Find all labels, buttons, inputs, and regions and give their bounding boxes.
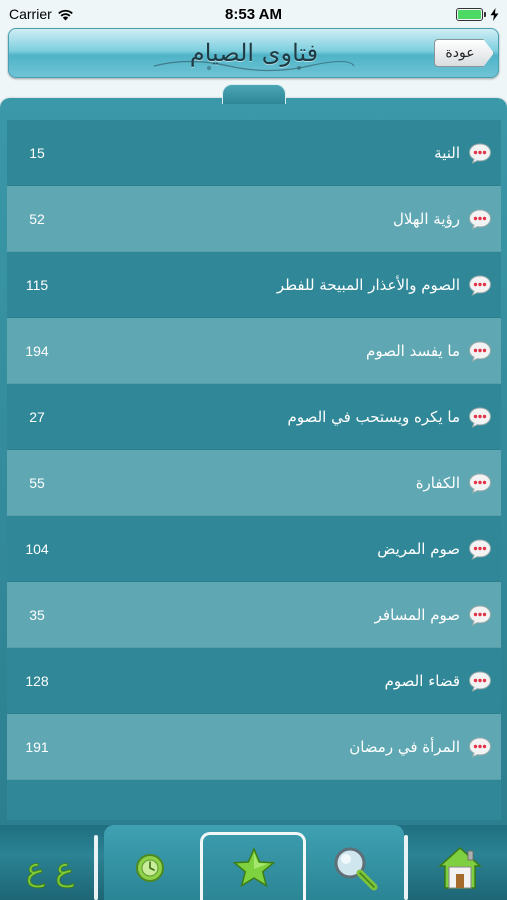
status-left: Carrier xyxy=(9,6,74,22)
tab-separator xyxy=(404,835,408,900)
list-item[interactable]: رؤية الهلال 52 xyxy=(7,186,501,252)
list-item-count: 128 xyxy=(25,672,49,689)
list-item[interactable]: الصوم والأعذار المبيحة للفطر 115 xyxy=(7,252,501,318)
chat-bubble-icon xyxy=(468,472,492,494)
list-item[interactable]: الكفارة 55 xyxy=(7,450,501,516)
status-bar: Carrier 8:53 AM xyxy=(0,0,507,28)
list-item-label: النية xyxy=(434,143,460,162)
list-item[interactable]: النية 15 xyxy=(7,120,501,186)
chat-bubble-icon xyxy=(468,274,492,296)
list-item-label: صوم المسافر xyxy=(374,605,460,624)
tab-arabic-letters[interactable]: ع ع xyxy=(10,835,90,900)
fatwa-list[interactable]: النية 15 رؤية الهلال 52 الصوم والأعذار المبي… xyxy=(7,120,501,820)
star-icon xyxy=(232,846,276,887)
list-item-label: رؤية الهلال xyxy=(393,209,460,228)
arabic-letters-icon: ع ع xyxy=(25,849,74,888)
list-item[interactable]: المرأة في رمضان 191 xyxy=(7,714,501,780)
magnifier-icon xyxy=(334,847,378,890)
svg-text:ع ع: ع ع xyxy=(26,850,74,888)
chat-bubble-icon xyxy=(468,142,492,164)
charging-bolt-icon xyxy=(490,7,499,21)
battery-icon xyxy=(456,7,486,21)
list-item-count: 15 xyxy=(29,144,45,161)
chat-bubble-icon xyxy=(468,208,492,230)
status-right xyxy=(456,7,499,21)
list-item-label: قضاء الصوم xyxy=(384,671,460,690)
chat-bubble-icon xyxy=(468,340,492,362)
tab-home[interactable] xyxy=(420,835,500,900)
list-item-label: الكفارة xyxy=(415,473,460,492)
tab-separator xyxy=(94,835,98,900)
chat-bubble-icon xyxy=(468,604,492,626)
list-item-label: صوم المريض xyxy=(377,539,460,558)
list-item-count: 104 xyxy=(25,540,49,557)
list-item-count: 55 xyxy=(29,474,45,491)
content-panel: النية 15 رؤية الهلال 52 الصوم والأعذار المبي… xyxy=(0,98,507,825)
list-item[interactable]: ما يفسد الصوم 194 xyxy=(7,318,501,384)
list-item-label: ما يكره ويستحب في الصوم xyxy=(287,407,460,426)
panel-tab-handle xyxy=(222,84,286,104)
list-item[interactable]: ما يكره ويستحب في الصوم 27 xyxy=(7,384,501,450)
list-item-count: 27 xyxy=(29,408,45,425)
list-item-count: 115 xyxy=(25,276,49,293)
back-button[interactable]: عودة xyxy=(434,39,494,67)
chat-bubble-icon xyxy=(468,538,492,560)
title-ornament-icon xyxy=(153,60,355,72)
list-item-label: الصوم والأعذار المبيحة للفطر xyxy=(276,275,460,294)
navigation-header: فتاوى الصيام عودة xyxy=(8,28,499,78)
chat-bubble-icon xyxy=(468,406,492,428)
clock-icon xyxy=(136,853,164,882)
list-item[interactable]: صوم المريض 104 xyxy=(7,516,501,582)
list-item-count: 52 xyxy=(29,210,45,227)
status-time: 8:53 AM xyxy=(225,5,282,23)
list-item-label: ما يفسد الصوم xyxy=(366,341,460,360)
wifi-icon xyxy=(57,9,73,20)
list-item-count: 191 xyxy=(25,738,49,755)
list-item[interactable]: قضاء الصوم 128 xyxy=(7,648,501,714)
tab-search[interactable] xyxy=(315,835,395,900)
list-item-count: 35 xyxy=(29,606,45,623)
chat-bubble-icon xyxy=(468,670,492,692)
tab-clock[interactable] xyxy=(110,835,190,900)
chat-bubble-icon xyxy=(468,736,492,758)
list-item[interactable]: صوم المسافر 35 xyxy=(7,582,501,648)
list-item-label: المرأة في رمضان xyxy=(349,737,460,756)
list-item-count: 194 xyxy=(25,342,49,359)
home-icon xyxy=(438,846,482,889)
carrier-label: Carrier xyxy=(9,6,52,22)
tab-favorites[interactable] xyxy=(206,835,302,900)
list-item[interactable] xyxy=(7,780,501,820)
